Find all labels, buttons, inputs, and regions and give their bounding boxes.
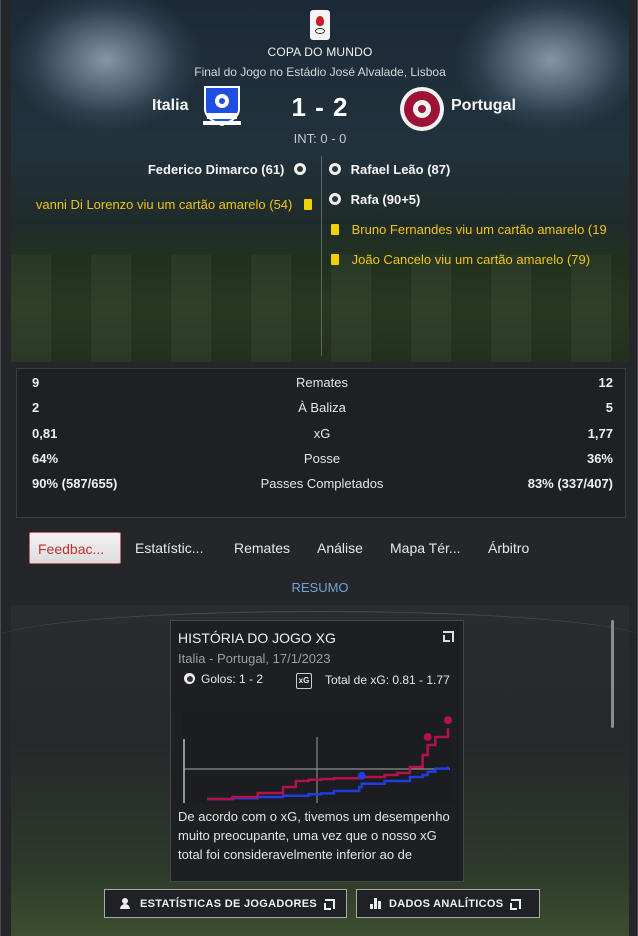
- button-label: ESTATÍSTICAS DE JOGADORES: [140, 897, 318, 910]
- card-title: HISTÓRIA DO JOGO XG: [178, 630, 336, 646]
- away-goal-event: Rafa (90+5): [329, 192, 420, 207]
- stat-row: 2 À Baliza 5: [17, 400, 627, 420]
- yellow-card-icon: [331, 224, 339, 235]
- section-title-resumo: RESUMO: [291, 580, 349, 595]
- goal-ball-icon: [329, 163, 341, 175]
- stat-away-value: 5: [605, 400, 613, 415]
- event-text: João Cancelo viu um cartão amarelo (79): [351, 252, 591, 267]
- stat-row: 0,81 xG 1,77: [17, 426, 627, 446]
- away-team-name[interactable]: Portugal: [451, 97, 516, 115]
- player-stats-button[interactable]: ESTATÍSTICAS DE JOGADORES: [104, 889, 347, 918]
- tab-statistics[interactable]: Estatístic...: [135, 532, 203, 564]
- goal-ball-icon: [294, 163, 306, 175]
- stat-label: Remates: [295, 375, 349, 390]
- home-goal-event: Federico Dimarco (61): [148, 162, 306, 177]
- event-text: vanni Di Lorenzo viu um cartão amarelo (…: [35, 197, 293, 212]
- stat-away-value: 1,77: [587, 426, 613, 441]
- button-label: DADOS ANALÍTICOS: [389, 897, 504, 910]
- goal-marker: [357, 771, 366, 780]
- goal-marker: [444, 716, 452, 725]
- match-report-window: COPA DO MUNDO Final do Jogo no Estádio J…: [0, 0, 638, 936]
- goal-ball-icon: [329, 193, 341, 205]
- tab-shots[interactable]: Remates: [234, 532, 290, 564]
- tab-referee[interactable]: Árbitro: [488, 532, 529, 564]
- xg-total-text: Total de xG: 0.81 - 1.77: [325, 673, 450, 687]
- final-score: 1 - 2: [291, 92, 349, 122]
- competition-name: COPA DO MUNDO: [267, 45, 373, 59]
- xg-icon: xG: [296, 673, 312, 689]
- away-yellow-card-event: Bruno Fernandes viu um cartão amarelo (1…: [329, 222, 607, 237]
- card-summary-text: De acordo com o xG, tivemos um desempenh…: [178, 809, 450, 862]
- xg-timeline-chart: [182, 711, 452, 803]
- external-link-icon: [510, 898, 522, 910]
- stat-away-value: 12: [598, 375, 613, 390]
- stat-away-value: 83% (337/407): [527, 476, 613, 491]
- yellow-card-icon: [331, 254, 339, 265]
- xg-story-card: HISTÓRIA DO JOGO XG Italia - Portugal, 1…: [170, 620, 464, 882]
- away-team-crest-icon[interactable]: [399, 86, 445, 132]
- stat-row: 9 Remates 12: [17, 375, 627, 395]
- event-text: Federico Dimarco (61): [147, 162, 285, 177]
- match-stats-panel: 9 Remates 12 2 À Baliza 5 0,81 xG 1,77 6…: [16, 368, 626, 518]
- goal-marker: [423, 733, 432, 741]
- stat-row: 90% (587/655) Passes Completados 83% (33…: [17, 476, 627, 496]
- card-subtitle: Italia - Portugal, 17/1/2023: [178, 651, 331, 666]
- tab-feedback[interactable]: Feedbac...: [29, 532, 121, 564]
- tab-heat-map[interactable]: Mapa Tér...: [390, 532, 461, 564]
- event-text: Rafael Leão (87): [350, 162, 451, 177]
- analytics-button[interactable]: DADOS ANALÍTICOS: [356, 889, 540, 918]
- goal-ball-icon: [184, 673, 195, 684]
- stat-label: À Baliza: [298, 400, 346, 415]
- tab-analysis[interactable]: Análise: [317, 532, 363, 564]
- goals-summary: Golos: 1 - 2: [184, 672, 263, 686]
- stat-away-value: 36%: [586, 451, 613, 466]
- event-text: Rafa (90+5): [350, 192, 421, 207]
- away-goal-event: Rafael Leão (87): [329, 162, 450, 177]
- events-divider: [321, 156, 322, 356]
- person-icon: [120, 898, 130, 909]
- stat-label: xG: [313, 426, 331, 441]
- external-link-icon: [324, 898, 336, 910]
- goals-text: Golos: 1 - 2: [201, 672, 264, 686]
- bar-chart-icon: [370, 898, 381, 909]
- stat-label: Posse: [303, 451, 341, 466]
- venue-text: Final do Jogo no Estádio José Alvalade, …: [194, 65, 446, 79]
- half-time-score: INT: 0 - 0: [293, 131, 347, 146]
- expand-icon[interactable]: [443, 631, 454, 642]
- competition-logo-icon: [310, 10, 330, 40]
- report-tabs: Feedbac... Estatístic... Remates Análise…: [29, 532, 629, 566]
- event-text: Bruno Fernandes viu um cartão amarelo (1…: [351, 222, 607, 237]
- away-yellow-card-event: João Cancelo viu um cartão amarelo (79): [329, 252, 590, 267]
- home-yellow-card-event: vanni Di Lorenzo viu um cartão amarelo (…: [36, 197, 312, 212]
- stat-row: 64% Posse 36%: [17, 451, 627, 471]
- yellow-card-icon: [304, 199, 312, 210]
- scrollbar[interactable]: [611, 620, 614, 728]
